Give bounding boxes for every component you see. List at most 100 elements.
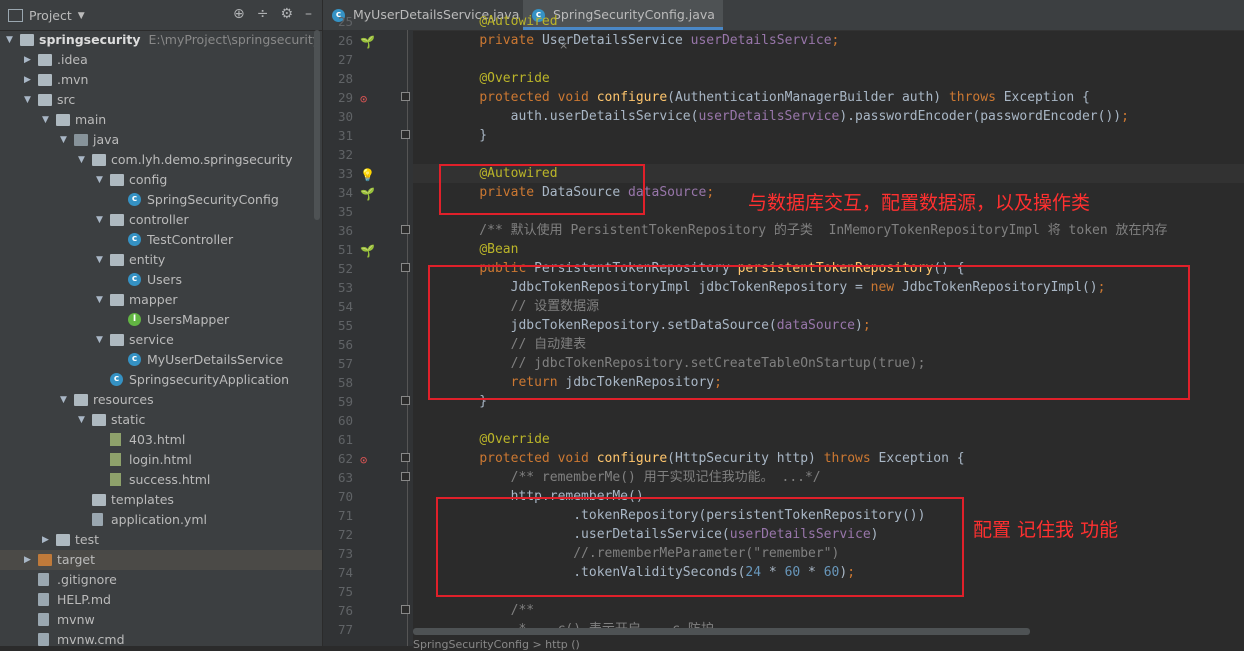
collapsed-arrow-icon[interactable]: ▶ xyxy=(24,50,34,70)
collapsed-arrow-icon[interactable]: ▶ xyxy=(24,70,34,90)
code-line[interactable]: 60 xyxy=(323,411,1244,430)
tree-item-label: SpringSecurityConfig xyxy=(147,192,279,207)
package-icon xyxy=(110,214,124,226)
code-line[interactable]: 29 ⊙ protected void configure(Authenticat… xyxy=(323,88,1244,107)
tree-item[interactable]: application.yml xyxy=(0,510,322,530)
line-number: 77 xyxy=(337,622,353,637)
horizontal-scrollbar[interactable] xyxy=(413,628,1030,635)
code-line[interactable]: 25 @Autowired xyxy=(323,12,1244,31)
code-line[interactable]: 61 @Override xyxy=(323,430,1244,449)
tree-item[interactable]: ▼ mapper xyxy=(0,290,322,310)
tree-item[interactable]: mvnw.cmd xyxy=(0,630,322,646)
target-icon[interactable]: ⊕ xyxy=(233,6,245,22)
folder-icon xyxy=(38,54,52,66)
code-line[interactable]: 36 /** 默认使用 PersistentTokenRepository 的子… xyxy=(323,221,1244,240)
collapsed-arrow-icon[interactable]: ▶ xyxy=(42,530,52,550)
expanded-arrow-icon[interactable]: ▼ xyxy=(96,170,106,190)
code-text: private UserDetailsService userDetailsSe… xyxy=(479,33,840,48)
code-text: @Override xyxy=(479,71,550,86)
minimize-icon[interactable]: – xyxy=(305,6,312,22)
tree-item[interactable]: c SpringsecurityApplication xyxy=(0,370,322,390)
tree-item-label: entity xyxy=(129,252,166,267)
tree-item[interactable]: ▼ main xyxy=(0,110,322,130)
code-line[interactable]: 31 } xyxy=(323,126,1244,145)
code-line[interactable]: 28 @Override xyxy=(323,69,1244,88)
fold-marker-icon[interactable] xyxy=(401,130,410,139)
expanded-arrow-icon[interactable]: ▼ xyxy=(78,410,88,430)
tree-item[interactable]: ▼ java xyxy=(0,130,322,150)
code-text: /** 默认使用 PersistentTokenRepository 的子类 I… xyxy=(448,223,1168,238)
tree-item-label: .gitignore xyxy=(57,572,117,587)
code-line[interactable]: 76 /** xyxy=(323,601,1244,620)
expanded-arrow-icon[interactable]: ▼ xyxy=(96,290,106,310)
tree-item[interactable]: ▼ entity xyxy=(0,250,322,270)
tree-item[interactable]: login.html xyxy=(0,450,322,470)
tree-item[interactable]: success.html xyxy=(0,470,322,490)
code-line[interactable]: 32 xyxy=(323,145,1244,164)
expanded-arrow-icon[interactable]: ▼ xyxy=(96,210,106,230)
tree-item[interactable]: ▼ controller xyxy=(0,210,322,230)
expanded-arrow-icon[interactable]: ▼ xyxy=(60,130,70,150)
tree-item-label: TestController xyxy=(147,232,234,247)
tree-item[interactable]: ▼ springsecurity E:\myProject\springsecuri… xyxy=(0,30,322,50)
tree-item[interactable]: I UsersMapper xyxy=(0,310,322,330)
tree-item[interactable]: ▼ service xyxy=(0,330,322,350)
expanded-arrow-icon[interactable]: ▼ xyxy=(42,110,52,130)
project-scrollbar[interactable] xyxy=(314,30,320,220)
expanded-arrow-icon[interactable]: ▼ xyxy=(96,330,106,350)
code-line[interactable]: 30 auth.userDetailsService(userDetailsSe… xyxy=(323,107,1244,126)
fold-marker-icon[interactable] xyxy=(401,605,410,614)
tree-item[interactable]: ▶ test xyxy=(0,530,322,550)
tree-item-label: controller xyxy=(129,212,189,227)
line-number: 27 xyxy=(337,52,353,67)
folder-icon xyxy=(92,494,106,506)
tree-item[interactable]: c TestController xyxy=(0,230,322,250)
code-line[interactable]: 62 ⊙ protected void configure(HttpSecurit… xyxy=(323,449,1244,468)
expanded-arrow-icon[interactable]: ▼ xyxy=(78,150,88,170)
tree-item-label: target xyxy=(57,552,96,567)
code-line[interactable]: 26 🌱 private UserDetailsService userDetai… xyxy=(323,31,1244,50)
collapse-icon[interactable]: ÷ xyxy=(257,6,269,22)
fold-marker-icon[interactable] xyxy=(401,225,410,234)
gear-icon[interactable]: ⚙ xyxy=(280,6,293,22)
tree-item[interactable]: ▼ config xyxy=(0,170,322,190)
tree-item[interactable]: templates xyxy=(0,490,322,510)
tree-item[interactable]: ▼ static xyxy=(0,410,322,430)
tree-item[interactable]: c Users xyxy=(0,270,322,290)
expanded-arrow-icon[interactable]: ▼ xyxy=(96,250,106,270)
fold-marker-icon[interactable] xyxy=(401,263,410,272)
expanded-arrow-icon[interactable]: ▼ xyxy=(24,90,34,110)
tree-item-label: .idea xyxy=(57,52,88,67)
tree-item[interactable]: ▼ resources xyxy=(0,390,322,410)
tree-item[interactable]: ▶ .mvn xyxy=(0,70,322,90)
fold-marker-icon[interactable] xyxy=(401,453,410,462)
tree-item[interactable]: mvnw xyxy=(0,610,322,630)
fold-marker-icon[interactable] xyxy=(401,396,410,405)
tree-item[interactable]: ▼ com.lyh.demo.springsecurity xyxy=(0,150,322,170)
tree-item[interactable]: c MyUserDetailsService xyxy=(0,350,322,370)
code-line[interactable]: 63 /** rememberMe() 用于实现记住我功能。 ...*/ xyxy=(323,468,1244,487)
code-line[interactable]: 27 xyxy=(323,50,1244,69)
folder-icon xyxy=(56,114,70,126)
tree-item[interactable]: ▶ .idea xyxy=(0,50,322,70)
tree-item[interactable]: 403.html xyxy=(0,430,322,450)
tree-item-label: Users xyxy=(147,272,183,287)
tree-item[interactable]: ▶ target xyxy=(0,550,322,570)
line-number: 55 xyxy=(337,318,353,333)
tree-item-label: success.html xyxy=(129,472,211,487)
expanded-arrow-icon[interactable]: ▼ xyxy=(60,390,70,410)
tree-item[interactable]: c SpringSecurityConfig xyxy=(0,190,322,210)
expanded-arrow-icon[interactable]: ▼ xyxy=(6,30,16,50)
fold-marker-icon[interactable] xyxy=(401,472,410,481)
line-number: 73 xyxy=(337,546,353,561)
tree-item[interactable]: HELP.md xyxy=(0,590,322,610)
tree-item[interactable]: ▼ src xyxy=(0,90,322,110)
code-line[interactable]: 51 🌱 @Bean xyxy=(323,240,1244,259)
fold-marker-icon[interactable] xyxy=(401,92,410,101)
tree-item-label: springsecurity E:\myProject\springsecurit… xyxy=(39,32,321,47)
collapsed-arrow-icon[interactable]: ▶ xyxy=(24,550,34,570)
project-view-selector[interactable]: Project ▼ xyxy=(8,8,85,23)
tree-item[interactable]: .gitignore xyxy=(0,570,322,590)
file-icon xyxy=(38,573,49,586)
tree-item-label: 403.html xyxy=(129,432,186,447)
